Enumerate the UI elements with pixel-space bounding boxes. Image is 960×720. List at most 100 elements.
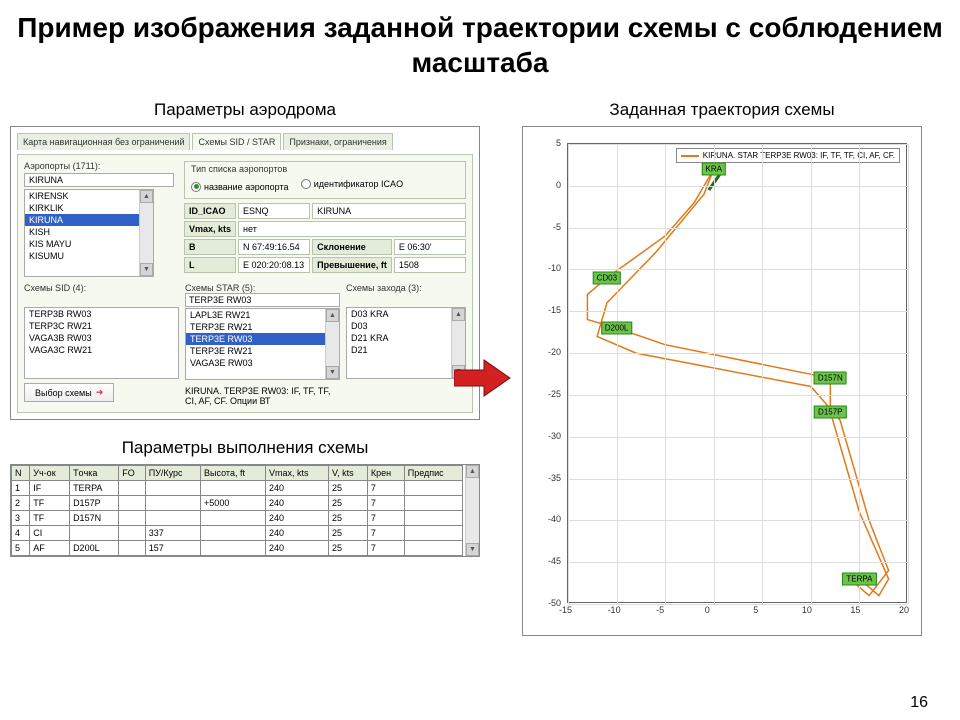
- table-cell: 3: [12, 511, 30, 526]
- table-cell: [145, 496, 200, 511]
- scrollbar[interactable]: ▲ ▼: [465, 465, 479, 556]
- y-tick-label: -10: [531, 263, 561, 273]
- skl-value: E 06:30': [394, 239, 466, 255]
- scroll-up-icon[interactable]: ▲: [140, 190, 153, 203]
- airport-top-field[interactable]: KIRUNA: [24, 173, 174, 187]
- table-header: Крен: [367, 466, 404, 481]
- table-cell: 157: [145, 541, 200, 556]
- scheme-exec-title: Параметры выполнения схемы: [10, 438, 480, 458]
- list-item[interactable]: TERP3E RW03: [186, 333, 339, 345]
- list-item[interactable]: D21: [347, 344, 465, 356]
- sid-list[interactable]: TERP3B RW03 TERP3C RW21 VAGA3B RW03 VAGA…: [24, 307, 179, 379]
- table-cell: TF: [30, 511, 70, 526]
- table-cell: 240: [265, 511, 328, 526]
- table-row[interactable]: 2TFD157P+5000240257: [12, 496, 463, 511]
- table-cell: [404, 496, 462, 511]
- star-top-field[interactable]: TERP3E RW03: [185, 293, 340, 307]
- x-tick-label: 0: [705, 605, 710, 615]
- scrollbar[interactable]: ▲ ▼: [325, 309, 339, 379]
- b-label: B: [184, 239, 236, 255]
- list-item[interactable]: TERP3C RW21: [25, 320, 178, 332]
- table-cell: +5000: [201, 496, 266, 511]
- tab-flags[interactable]: Признаки, ограничения: [283, 133, 392, 150]
- scroll-up-icon[interactable]: ▲: [326, 309, 339, 322]
- vmax-value: нет: [238, 221, 466, 237]
- table-cell: 7: [367, 526, 404, 541]
- table-cell: [119, 541, 145, 556]
- tabs: Карта навигационная без ограничений Схем…: [17, 133, 473, 150]
- radio-icon: [301, 179, 311, 189]
- tab-map[interactable]: Карта навигационная без ограничений: [17, 133, 190, 150]
- y-tick-label: -25: [531, 389, 561, 399]
- l-value: E 020:20:08.13: [238, 257, 310, 273]
- list-item[interactable]: TERP3B RW03: [25, 308, 178, 320]
- scroll-up-icon[interactable]: ▲: [452, 308, 465, 321]
- prev-value: 1508: [394, 257, 466, 273]
- table-cell: TERPA: [70, 481, 119, 496]
- scroll-down-icon[interactable]: ▼: [140, 263, 153, 276]
- table-cell: [119, 496, 145, 511]
- table-row[interactable]: 5AFD200L157240257: [12, 541, 463, 556]
- table-header: FO: [119, 466, 145, 481]
- list-item[interactable]: LAPL3E RW21: [186, 309, 339, 321]
- table-cell: [119, 526, 145, 541]
- radio-icon: [191, 182, 201, 192]
- list-item[interactable]: KISH: [25, 226, 153, 238]
- list-item[interactable]: VAGA3E RW03: [186, 357, 339, 369]
- table-cell: 7: [367, 511, 404, 526]
- list-item[interactable]: KISUMU: [25, 250, 153, 262]
- arrow-right-icon: ➜: [96, 387, 104, 398]
- table-header: N: [12, 466, 30, 481]
- exit-list[interactable]: D03 KRA D03 D21 KRA D21 ▲ ▼: [346, 307, 466, 379]
- y-tick-label: -45: [531, 556, 561, 566]
- table-cell: CI: [30, 526, 70, 541]
- list-item[interactable]: KIRKLIK: [25, 202, 153, 214]
- y-tick-label: -30: [531, 431, 561, 441]
- choose-button-label: Выбор схемы: [35, 388, 92, 398]
- aerodrome-panel: Карта навигационная без ограничений Схем…: [10, 126, 480, 420]
- star-list[interactable]: LAPL3E RW21 TERP3E RW21 TERP3E RW03 TERP…: [185, 308, 340, 380]
- scroll-down-icon[interactable]: ▼: [326, 366, 339, 379]
- list-item[interactable]: D03 KRA: [347, 308, 465, 320]
- waypoint-label: D157P: [814, 405, 846, 418]
- scroll-down-icon[interactable]: ▼: [466, 543, 479, 556]
- x-tick-label: -10: [608, 605, 621, 615]
- scrollbar[interactable]: ▲ ▼: [139, 190, 153, 276]
- table-row[interactable]: 3TFD157N240257: [12, 511, 463, 526]
- table-row[interactable]: 1IFTERPA240257: [12, 481, 463, 496]
- big-arrow-icon: [454, 358, 512, 401]
- x-tick-label: 5: [753, 605, 758, 615]
- table-cell: 25: [328, 511, 367, 526]
- table-cell: [404, 511, 462, 526]
- list-item[interactable]: VAGA3C RW21: [25, 344, 178, 356]
- table-cell: 337: [145, 526, 200, 541]
- waypoint-label: KRA: [701, 163, 725, 176]
- radio-label: идентификатор ICAO: [314, 179, 403, 189]
- table-cell: [119, 481, 145, 496]
- table-cell: 7: [367, 496, 404, 511]
- airport-list[interactable]: KIRENSK KIRKLIK KIRUNA KISH KIS MAYU KIS…: [24, 189, 154, 277]
- list-item[interactable]: KIRENSK: [25, 190, 153, 202]
- choose-scheme-button[interactable]: Выбор схемы ➜: [24, 383, 114, 402]
- table-cell: [145, 481, 200, 496]
- list-item[interactable]: KIRUNA: [25, 214, 153, 226]
- list-item[interactable]: VAGA3B RW03: [25, 332, 178, 344]
- table-cell: [201, 511, 266, 526]
- list-item[interactable]: KIS MAYU: [25, 238, 153, 250]
- table-cell: 25: [328, 526, 367, 541]
- radio-label: название аэропорта: [204, 182, 289, 192]
- tab-sidstar[interactable]: Схемы SID / STAR: [192, 133, 281, 150]
- scheme-summary: KIRUNA. TERP3E RW03: IF, TF, TF, CI, AF,…: [185, 386, 340, 406]
- table-row[interactable]: 4CI337240257: [12, 526, 463, 541]
- list-item[interactable]: TERP3E RW21: [186, 345, 339, 357]
- list-item[interactable]: TERP3E RW21: [186, 321, 339, 333]
- table-cell: AF: [30, 541, 70, 556]
- list-item[interactable]: D03: [347, 320, 465, 332]
- sid-label: Схемы SID (4):: [24, 283, 179, 293]
- radio-name[interactable]: название аэропорта: [191, 182, 289, 192]
- x-tick-label: 20: [899, 605, 909, 615]
- y-tick-label: -20: [531, 347, 561, 357]
- scroll-up-icon[interactable]: ▲: [466, 465, 479, 478]
- radio-icao[interactable]: идентификатор ICAO: [301, 179, 403, 189]
- list-item[interactable]: D21 KRA: [347, 332, 465, 344]
